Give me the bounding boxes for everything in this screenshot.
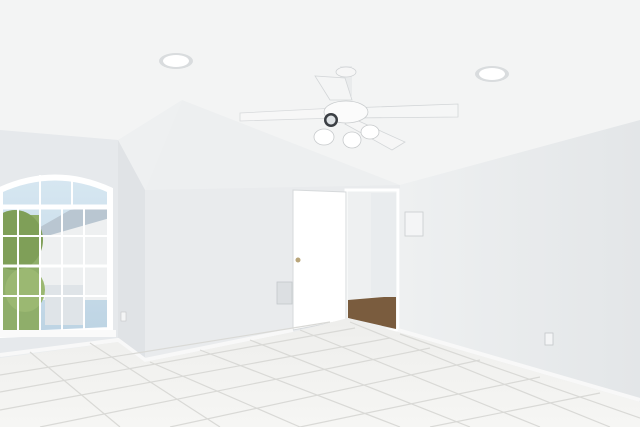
arched-window — [0, 174, 116, 339]
room-photo — [0, 0, 640, 427]
wall-vent — [276, 281, 293, 305]
room-scene — [0, 0, 640, 427]
outlet — [544, 332, 554, 346]
outlet — [120, 311, 127, 322]
recessed-light — [475, 66, 509, 82]
closet — [344, 188, 400, 332]
thermostat — [404, 211, 424, 237]
recessed-light — [159, 53, 193, 69]
open-door — [292, 189, 347, 331]
